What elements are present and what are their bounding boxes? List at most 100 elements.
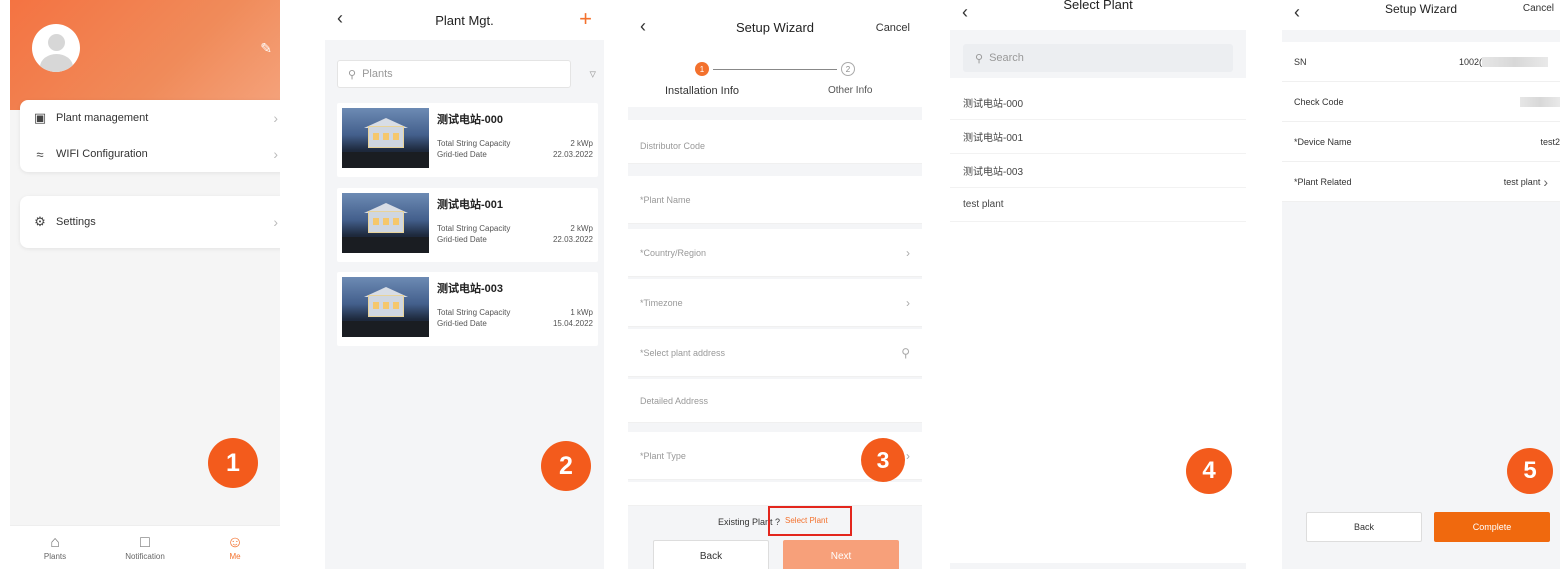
tab-plants[interactable]: ⌂ Plants [10,526,100,569]
menu-item-label: WIFI Configuration [56,148,148,160]
sn-label: SN [1294,56,1307,67]
redacted-check-code [1520,96,1560,107]
menu-item-wifi-configuration[interactable]: ≈ WIFI Configuration › [20,136,280,172]
field-label: Detailed Address [640,395,709,406]
back-button[interactable]: Back [1306,512,1422,542]
check-code-label: Check Code [1294,96,1344,107]
step-badge: 4 [1186,448,1232,494]
add-plant-icon[interactable]: + [579,6,592,32]
setup-wizard-screen: ‹ Setup Wizard Cancel 1 2 Installation I… [628,0,922,569]
search-icon: ⚲ [975,52,984,65]
tab-notification[interactable]: □ Notification [100,526,190,569]
person-icon: ☺ [226,534,244,551]
plant-related-label: *Plant Related [1294,176,1352,187]
plant-name: 测试电站-000 [437,114,504,126]
list-item[interactable]: test plant [950,188,1246,222]
plant-thumbnail [342,108,429,168]
complete-button[interactable]: Complete [1434,512,1550,542]
menu-item-settings[interactable]: ⚙ Settings › [20,196,280,248]
plant-card[interactable]: 测试电站-000 Total String Capacity 2 kWp Grid… [337,103,598,177]
select-plant-link[interactable]: Select Plant [785,516,828,525]
field-label: *Country/Region [640,247,707,258]
menu-item-plant-management[interactable]: ▣ Plant management › [20,100,280,136]
back-button[interactable]: Back [653,540,769,569]
search-input[interactable]: ⚲ Plants [337,60,571,88]
menu-item-label: Plant management [56,112,149,124]
device-name-value: test2 [1540,136,1560,147]
detailed-address-field[interactable]: Detailed Address [628,379,922,423]
step-1-label: Installation Info [665,85,739,97]
check-code-row: Check Code [1282,82,1560,122]
plant-name: 测试电站-001 [437,199,504,211]
back-icon[interactable]: ‹ [337,8,343,29]
distributor-code-field[interactable]: Distributor Code [628,120,922,164]
edit-icon[interactable]: ✎ [260,40,272,57]
tab-label: Notification [125,552,165,561]
settings-card: ⚙ Settings › [20,196,280,248]
plant-related-row[interactable]: *Plant Related test plant › [1282,162,1560,202]
step-2-dot: 2 [841,62,855,76]
plant-card[interactable]: 测试电站-001 Total String Capacity 2 kWp Grid… [337,188,598,262]
me-screen: ✎ ▣ Plant management › ≈ WIFI Configuratio… [10,0,280,569]
list-item[interactable]: 测试电站-000 [950,86,1246,120]
avatar-body [40,54,73,72]
capacity-value: 2 kWp [570,139,593,148]
field-label: Distributor Code [640,140,706,151]
menu-card: ▣ Plant management › ≈ WIFI Configuration … [20,100,280,172]
timezone-field[interactable]: *Timezone › [628,279,922,327]
chevron-right-icon: › [906,295,910,310]
back-icon[interactable]: ‹ [962,2,968,23]
list-item[interactable]: 测试电站-001 [950,120,1246,154]
capacity-value: 1 kWp [570,308,593,317]
capacity-value: 2 kWp [570,224,593,233]
avatar[interactable] [32,24,80,72]
chevron-right-icon: › [906,245,910,260]
cancel-button[interactable]: Cancel [1523,3,1554,14]
tab-me[interactable]: ☺ Me [190,526,280,569]
menu-item-label: Settings [56,216,96,228]
page-title: Setup Wizard [1384,2,1458,16]
step-badge: 1 [208,438,258,488]
gear-icon: ⚙ [34,214,46,229]
tab-label: Me [229,552,241,561]
back-icon[interactable]: ‹ [640,16,646,37]
device-details: SN 1002( Check Code *Device Name test2 *… [1282,42,1560,202]
plant-related-value: test plant [1503,176,1541,187]
date-value: 22.03.2022 [552,235,593,244]
redacted-sn [1482,56,1548,67]
country-region-field[interactable]: *Country/Region › [628,229,922,277]
back-icon[interactable]: ‹ [1294,2,1300,23]
chevron-right-icon: › [273,110,278,126]
sn-value: 1002( [1458,56,1482,67]
plant-thumbnail [342,277,429,337]
search-input[interactable]: ⚲ Search [963,44,1233,72]
plant-card[interactable]: 测试电站-003 Total String Capacity 1 kWp Grid… [337,272,598,346]
setup-wizard-device-screen: ‹ Setup Wizard Cancel SN 1002( Check Cod… [1282,0,1560,569]
date-label: Grid-tied Date [437,235,487,244]
step-1-dot: 1 [695,62,709,76]
capacity-label: Total String Capacity [437,224,511,233]
filter-icon[interactable]: ▿ [589,66,596,82]
device-name-row[interactable]: *Device Name test2 [1282,122,1560,162]
date-label: Grid-tied Date [437,319,487,328]
step-indicator: 1 2 Installation Info Other Info [628,45,922,107]
page-title: Setup Wizard [735,20,815,35]
wifi-icon: ≈ [36,146,44,162]
plant-name-field[interactable]: *Plant Name [628,176,922,224]
capacity-label: Total String Capacity [437,139,511,148]
cancel-button[interactable]: Cancel [876,22,910,34]
plant-thumbnail [342,193,429,253]
field-label: *Select plant address [640,347,726,358]
next-button[interactable]: Next [783,540,899,569]
chevron-right-icon: › [1543,173,1548,190]
nav-bar: ‹ Plant Mgt. + [325,0,604,40]
sn-row: SN 1002( [1282,42,1560,82]
plant-address-field[interactable]: *Select plant address ⚲ [628,329,922,377]
search-placeholder: Plants [362,68,393,80]
page-title: Plant Mgt. [435,12,494,28]
date-value: 15.04.2022 [552,319,593,328]
list-item[interactable]: 测试电站-003 [950,154,1246,188]
nav-bar: ‹ Select Plant [950,0,1246,30]
house-icon: ⌂ [50,534,60,551]
search-bar: ⚲ Search [950,30,1246,78]
